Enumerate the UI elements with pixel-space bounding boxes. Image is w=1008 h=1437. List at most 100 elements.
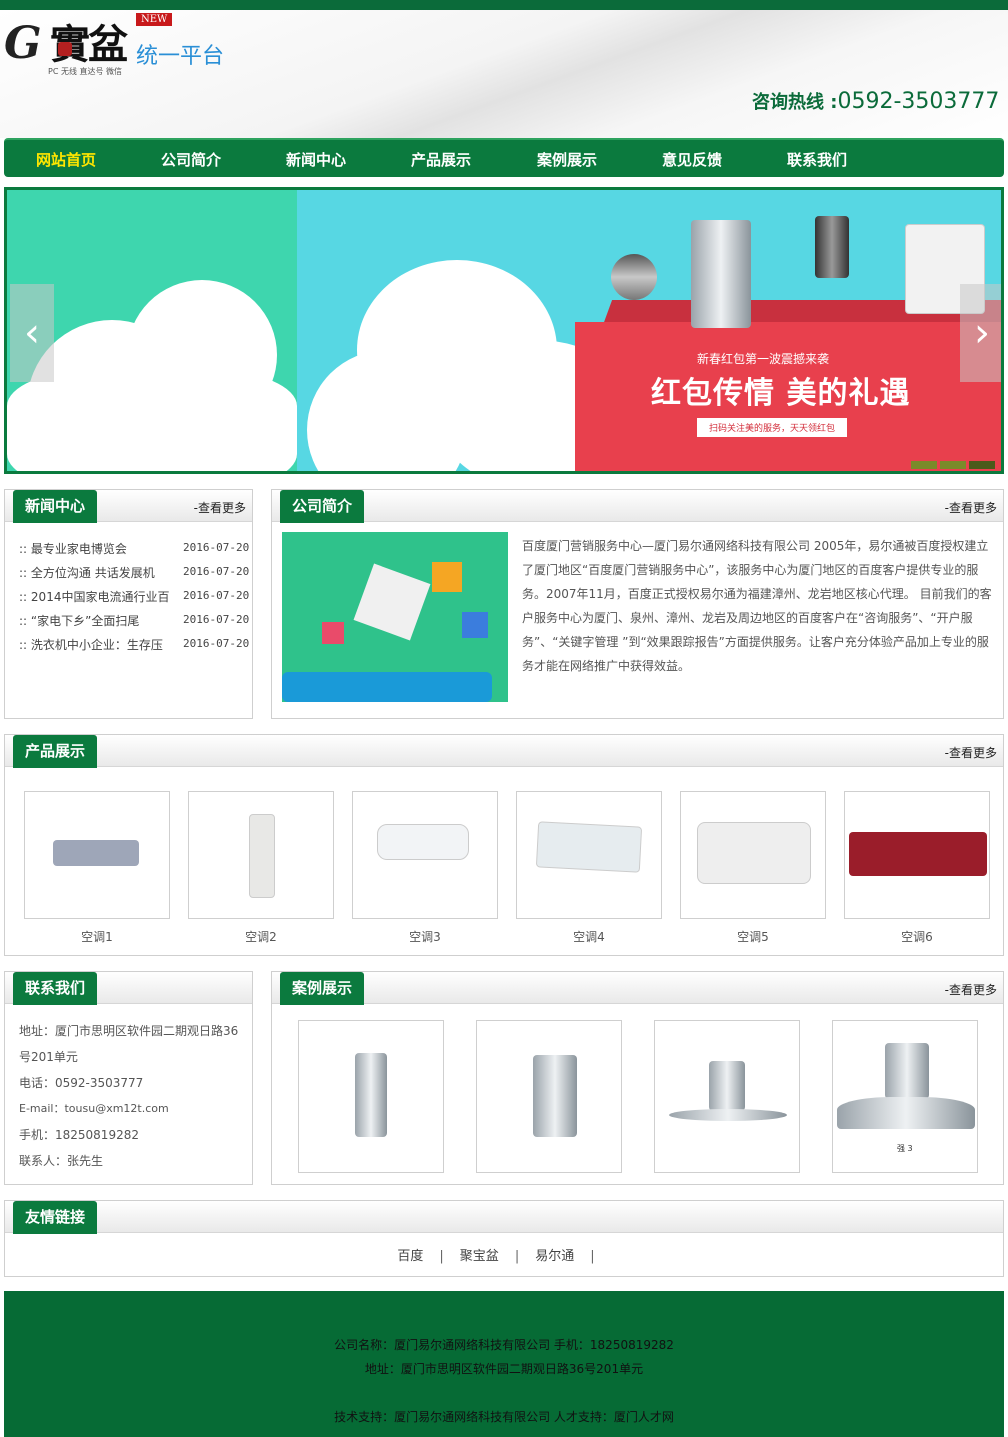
prev-arrow-button[interactable]: ‹ <box>10 284 54 382</box>
product-card[interactable] <box>516 791 662 919</box>
link-separator: | <box>514 1249 520 1264</box>
ac-image <box>849 832 987 876</box>
nav-item-about[interactable]: 公司简介 <box>161 149 221 170</box>
ac-image <box>535 821 643 873</box>
intro-image[interactable] <box>282 532 508 702</box>
intro-panel: 公司简介 -查看更多 百度厦门营销服务中心—厦门易尔通网络科技有限公司 2005… <box>271 489 1004 719</box>
next-arrow-button[interactable]: › <box>960 284 1001 382</box>
product-card[interactable] <box>680 791 826 919</box>
footer-company: 公司名称：厦门易尔通网络科技有限公司 手机：18250819282 <box>334 1338 674 1352</box>
news-date: 2016-07-20 <box>183 637 250 650</box>
slider-dot[interactable] <box>911 461 937 469</box>
ac-image <box>53 840 139 866</box>
case-card[interactable]: 强 3 <box>832 1020 978 1173</box>
cases-panel-header <box>272 972 1003 1004</box>
news-more-link[interactable]: -查看更多 <box>194 499 246 516</box>
nav-item-products[interactable]: 产品展示 <box>411 149 471 170</box>
nav-item-cases[interactable]: 案例展示 <box>537 149 597 170</box>
news-title[interactable]: 最专业家电博览会 <box>31 542 127 556</box>
product-label[interactable]: 空调2 <box>188 928 334 945</box>
news-item[interactable]: :: “家电下乡”全面扫尾 <box>19 612 139 629</box>
nav-item-news[interactable]: 新闻中心 <box>286 149 346 170</box>
intro-panel-header <box>272 490 1003 522</box>
ac-image <box>377 824 469 860</box>
news-panel: 新闻中心 -查看更多 :: 最专业家电博览会 2016-07-20 :: 全方位… <box>4 489 253 719</box>
product-label[interactable]: 空调1 <box>24 928 170 945</box>
hotline-number: 0592-3503777 <box>837 89 1000 114</box>
range-hood-base-icon <box>837 1097 975 1129</box>
product-label[interactable]: 空调6 <box>844 928 990 945</box>
news-item[interactable]: :: 2014中国家电流通行业百 <box>19 588 169 605</box>
cases-panel-title: 案例展示 <box>280 972 365 1005</box>
contact-person: 联系人：张先生 <box>19 1154 104 1168</box>
logo-platform: 统一平台 <box>136 44 225 69</box>
header: G 實盆 NEW 统一平台 PC 无线 直达号 微信 咨询热线 :0592-35… <box>0 10 1008 138</box>
links-panel-title: 友情链接 <box>13 1201 98 1234</box>
product-label[interactable]: 空调3 <box>352 928 498 945</box>
news-bullet: :: <box>19 566 28 580</box>
link-yiertong[interactable]: 易尔通 <box>535 1249 574 1264</box>
contact-email[interactable]: E-mail：tousu@xm12t.com <box>19 1100 169 1116</box>
news-title[interactable]: 洗衣机中小企业：生存压 <box>31 638 163 652</box>
cube-shape <box>432 562 462 592</box>
product-card[interactable] <box>352 791 498 919</box>
news-item[interactable]: :: 洗衣机中小企业：生存压 <box>19 636 163 653</box>
slider-dots <box>911 458 998 471</box>
contact-panel: 联系我们 地址：厦门市思明区软件园二期观日路36 号201单元 电话：0592-… <box>4 971 253 1185</box>
case-card[interactable] <box>298 1020 444 1173</box>
news-bullet: :: <box>19 638 28 652</box>
news-title[interactable]: 2014中国家电流通行业百 <box>31 590 170 604</box>
intro-text: 百度厦门营销服务中心—厦门易尔通网络科技有限公司 2005年，易尔通被百度授权建… <box>522 539 992 673</box>
main-nav: 网站首页 公司简介 新闻中心 产品展示 案例展示 意见反馈 联系我们 <box>4 138 1004 177</box>
banner-small-text: 新春红包第一波震撼来袭 <box>697 352 830 366</box>
product-card[interactable] <box>844 791 990 919</box>
news-item[interactable]: :: 全方位沟通 共话发展机 <box>19 564 155 581</box>
fridge-icon <box>355 1053 387 1137</box>
slider-dot[interactable] <box>940 461 966 469</box>
soymilk-maker-icon <box>815 216 849 278</box>
cube-shape <box>353 563 431 641</box>
logo-name[interactable]: 實盆 <box>50 12 128 70</box>
banner-headline: 红包传情 美的礼遇 <box>651 376 911 411</box>
ac-image <box>697 822 811 884</box>
products-more-link[interactable]: -查看更多 <box>945 744 997 761</box>
logo-subtitle: PC 无线 直达号 微信 <box>48 67 123 76</box>
intro-more-link[interactable]: -查看更多 <box>945 499 997 516</box>
news-title[interactable]: 全方位沟通 共话发展机 <box>31 566 155 580</box>
slider-dot-active[interactable] <box>969 461 995 469</box>
news-item[interactable]: :: 最专业家电博览会 <box>19 540 127 557</box>
friend-links: 百度 | 聚宝盆 | 易尔通 | <box>5 1245 1003 1264</box>
nav-item-feedback[interactable]: 意见反馈 <box>662 149 722 170</box>
fridge-icon <box>691 220 751 328</box>
cube-shape <box>322 622 344 644</box>
news-date: 2016-07-20 <box>183 589 250 602</box>
cases-more-link[interactable]: -查看更多 <box>945 981 997 998</box>
links-panel: 友情链接 百度 | 聚宝盆 | 易尔通 | <box>4 1200 1004 1277</box>
nav-item-contact[interactable]: 联系我们 <box>787 149 847 170</box>
product-card[interactable] <box>188 791 334 919</box>
case-card[interactable] <box>476 1020 622 1173</box>
hotline-label: 咨询热线 : <box>752 92 838 113</box>
news-bullet: :: <box>19 542 28 556</box>
footer-support: 技术支持：厦门易尔通网络科技有限公司 人才支持：厦门人才网 <box>334 1410 674 1424</box>
fridge-icon <box>533 1055 577 1137</box>
news-title[interactable]: “家电下乡”全面扫尾 <box>31 614 139 628</box>
contact-address-cont: 号201单元 <box>19 1050 78 1064</box>
nav-item-home[interactable]: 网站首页 <box>36 149 96 170</box>
banner-slider[interactable]: 新春红包第一波震撼来袭 红包传情 美的礼遇 扫码关注美的服务，天天领红包 ‹ › <box>4 187 1004 474</box>
ac-image <box>249 814 275 898</box>
news-bullet: :: <box>19 614 28 628</box>
product-label[interactable]: 空调5 <box>680 928 826 945</box>
product-label[interactable]: 空调4 <box>516 928 662 945</box>
footer-address: 地址：厦门市思明区软件园二期观日路36号201单元 <box>364 1362 644 1376</box>
contact-address: 地址：厦门市思明区软件园二期观日路36 <box>19 1024 239 1038</box>
case-card[interactable] <box>654 1020 800 1173</box>
link-jubaopen[interactable]: 聚宝盆 <box>460 1249 499 1264</box>
logo-letter[interactable]: G <box>4 18 42 69</box>
products-panel-title: 产品展示 <box>13 735 98 768</box>
link-baidu[interactable]: 百度 <box>397 1249 423 1264</box>
products-panel-header <box>5 735 1003 767</box>
top-bar <box>0 0 1008 10</box>
product-card[interactable] <box>24 791 170 919</box>
rice-cooker-icon <box>611 254 657 300</box>
